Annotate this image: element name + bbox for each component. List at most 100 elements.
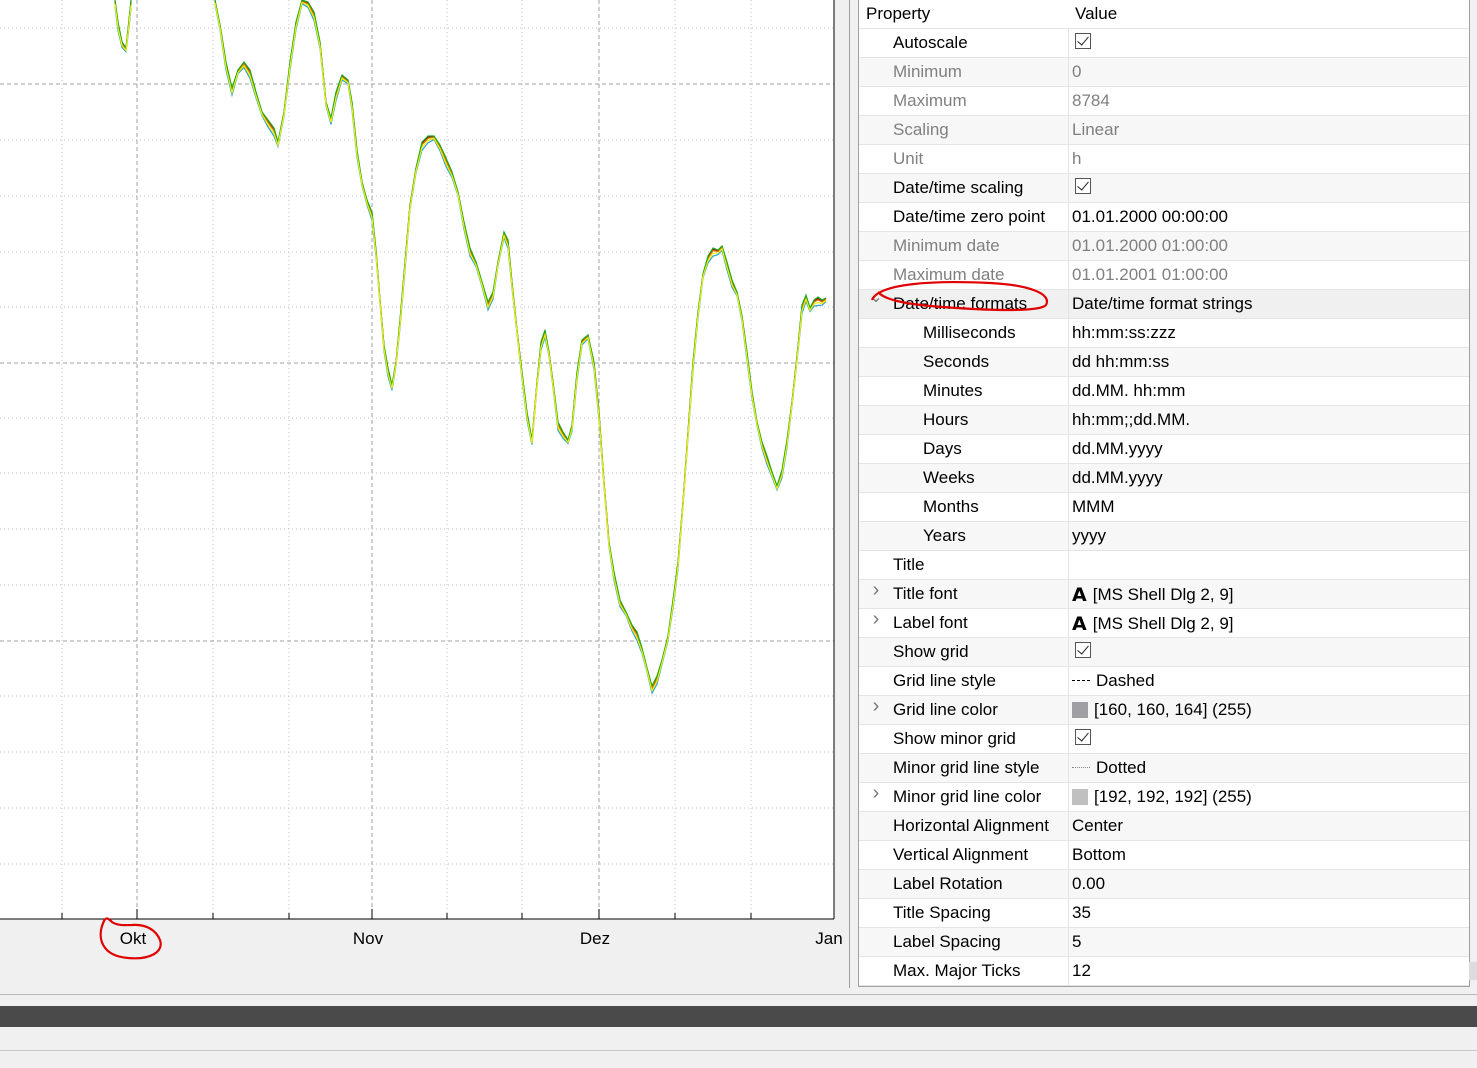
checkbox-checked[interactable] xyxy=(1075,642,1091,658)
property-value[interactable]: 5 xyxy=(1072,932,1081,952)
column-divider xyxy=(1068,957,1069,985)
property-name: Milliseconds xyxy=(923,323,1016,342)
chevron-right-icon[interactable]: › xyxy=(869,783,883,803)
chevron-right-icon[interactable]: › xyxy=(869,609,883,629)
property-row-milliseconds[interactable]: Milliseconds hh:mm:ss:zzz xyxy=(859,319,1469,348)
property-row-label-rotation[interactable]: Label Rotation 0.00 xyxy=(859,870,1469,899)
property-value[interactable]: Dashed xyxy=(1072,671,1155,691)
property-row-label-font[interactable]: › Label font A [MS Shell Dlg 2, 9] xyxy=(859,609,1469,638)
property-value[interactable]: Center xyxy=(1072,816,1123,836)
property-editor[interactable]: Property Value Autoscale Minimum 0 Maximum 8… xyxy=(858,0,1470,987)
panel-scrollbar[interactable] xyxy=(1469,962,1477,980)
property-row-weeks[interactable]: Weeks dd.MM.yyyy xyxy=(859,464,1469,493)
property-row-years[interactable]: Years yyyy xyxy=(859,522,1469,551)
property-row-date-time-zero-point[interactable]: Date/time zero point 01.01.2000 00:00:00 xyxy=(859,203,1469,232)
property-column-header[interactable]: Property xyxy=(866,4,930,24)
property-value[interactable]: yyyy xyxy=(1072,526,1106,546)
property-row-scaling[interactable]: Scaling Linear xyxy=(859,116,1469,145)
property-value[interactable]: Bottom xyxy=(1072,845,1126,865)
column-divider xyxy=(1068,203,1069,231)
chevron-down-icon[interactable]: ⌄ xyxy=(869,290,883,306)
property-row-hours[interactable]: Hours hh:mm;;dd.MM. xyxy=(859,406,1469,435)
property-row-title-spacing[interactable]: Title Spacing 35 xyxy=(859,899,1469,928)
property-value[interactable]: 0 xyxy=(1072,62,1081,82)
property-value[interactable]: hh:mm;;dd.MM. xyxy=(1072,410,1190,430)
property-value[interactable]: A [MS Shell Dlg 2, 9] xyxy=(1072,613,1234,635)
property-value[interactable]: 0.00 xyxy=(1072,874,1105,894)
property-row-minor-grid-line-style[interactable]: Minor grid line style Dotted xyxy=(859,754,1469,783)
property-row-minimum[interactable]: Minimum 0 xyxy=(859,58,1469,87)
property-row-autoscale[interactable]: Autoscale xyxy=(859,29,1469,58)
property-row-days[interactable]: Days dd.MM.yyyy xyxy=(859,435,1469,464)
property-row-date-time-scaling[interactable]: Date/time scaling xyxy=(859,174,1469,203)
property-value[interactable]: Date/time format strings xyxy=(1072,294,1252,314)
property-value[interactable]: 35 xyxy=(1072,903,1091,923)
property-name: Date/time zero point xyxy=(893,207,1046,226)
property-value[interactable]: dd.MM. hh:mm xyxy=(1072,381,1185,401)
property-value[interactable]: A [MS Shell Dlg 2, 9] xyxy=(1072,584,1234,606)
property-row-grid-line-color[interactable]: › Grid line color [160, 160, 164] (255) xyxy=(859,696,1469,725)
property-row-minor-grid-line-color[interactable]: › Minor grid line color [192, 192, 192] (2… xyxy=(859,783,1469,812)
property-value-text: hh:mm;;dd.MM. xyxy=(1072,410,1191,429)
column-divider xyxy=(1068,406,1069,434)
column-divider xyxy=(1068,638,1069,666)
property-value[interactable]: hh:mm:ss:zzz xyxy=(1072,323,1176,343)
column-divider xyxy=(1068,754,1069,782)
property-value[interactable] xyxy=(1072,729,1091,745)
property-value-text: Linear xyxy=(1072,120,1120,139)
property-value[interactable]: Linear xyxy=(1072,120,1119,140)
property-rows: Autoscale Minimum 0 Maximum 8784 Scaling Linea… xyxy=(859,29,1469,987)
checkbox-checked[interactable] xyxy=(1075,33,1091,49)
property-value[interactable]: dd.MM.yyyy xyxy=(1072,468,1163,488)
property-row-unit[interactable]: Unit h xyxy=(859,145,1469,174)
property-row-date-time-formats[interactable]: ⌄ Date/time formats Date/time format strin… xyxy=(859,290,1469,319)
property-value[interactable]: dd.MM.yyyy xyxy=(1072,439,1163,459)
property-row-title-font[interactable]: › Title font A [MS Shell Dlg 2, 9] xyxy=(859,580,1469,609)
property-value[interactable]: [160, 160, 164] (255) xyxy=(1072,700,1252,720)
property-value[interactable] xyxy=(1072,642,1091,658)
property-value[interactable]: 12 xyxy=(1072,961,1091,981)
property-value[interactable]: 8784 xyxy=(1072,91,1110,111)
property-row-max-major-ticks[interactable]: Max. Major Ticks 12 xyxy=(859,957,1469,986)
property-value[interactable]: MMM xyxy=(1072,497,1114,517)
property-value-text: hh:mm:ss:zzz xyxy=(1072,323,1176,342)
property-row-show-minor-grid[interactable]: Show minor grid xyxy=(859,725,1469,754)
property-row-minutes[interactable]: Minutes dd.MM. hh:mm xyxy=(859,377,1469,406)
property-value[interactable]: dd hh:mm:ss xyxy=(1072,352,1169,372)
property-row-minimum-date[interactable]: Minimum date 01.01.2000 01:00:00 xyxy=(859,232,1469,261)
property-row-seconds[interactable]: Seconds dd hh:mm:ss xyxy=(859,348,1469,377)
property-row-vertical-alignment[interactable]: Vertical Alignment Bottom xyxy=(859,841,1469,870)
property-value[interactable]: 01.01.2000 00:00:00 xyxy=(1072,207,1228,227)
property-row-maximum[interactable]: Maximum 8784 xyxy=(859,87,1469,116)
property-row-show-grid[interactable]: Show grid xyxy=(859,638,1469,667)
property-value-text: yyyy xyxy=(1072,526,1106,545)
property-row-grid-line-style[interactable]: Grid line style Dashed xyxy=(859,667,1469,696)
property-value[interactable]: 01.01.2000 01:00:00 xyxy=(1072,236,1228,256)
status-separator xyxy=(0,1050,1477,1051)
property-row-max-minor-ticks[interactable]: Max. Minor Ticks5 xyxy=(859,986,1469,987)
property-value-text: 0.00 xyxy=(1072,874,1106,893)
property-value[interactable] xyxy=(1072,178,1091,194)
property-value[interactable]: Dotted xyxy=(1072,758,1146,778)
value-column-header[interactable]: Value xyxy=(1075,4,1117,24)
property-value[interactable] xyxy=(1072,33,1091,49)
property-value-text: dd.MM. hh:mm xyxy=(1072,381,1186,400)
property-row-title[interactable]: Title xyxy=(859,551,1469,580)
property-row-label-spacing[interactable]: Label Spacing 5 xyxy=(859,928,1469,957)
property-value[interactable]: [192, 192, 192] (255) xyxy=(1072,787,1252,807)
property-row-months[interactable]: Months MMM xyxy=(859,493,1469,522)
column-divider xyxy=(1068,87,1069,115)
column-divider xyxy=(1068,493,1069,521)
column-divider xyxy=(1068,580,1069,608)
checkbox-checked[interactable] xyxy=(1075,178,1091,194)
property-row-maximum-date[interactable]: Maximum date 01.01.2001 01:00:00 xyxy=(859,261,1469,290)
property-name: Minutes xyxy=(923,381,983,400)
property-value-text: [MS Shell Dlg 2, 9] xyxy=(1092,614,1234,633)
property-value[interactable]: 01.01.2001 01:00:00 xyxy=(1072,265,1228,285)
chevron-right-icon[interactable]: › xyxy=(869,696,883,716)
chevron-right-icon[interactable]: › xyxy=(869,580,883,600)
property-row-horizontal-alignment[interactable]: Horizontal Alignment Center xyxy=(859,812,1469,841)
checkbox-checked[interactable] xyxy=(1075,729,1091,745)
property-name: Grid line color xyxy=(893,700,998,719)
property-value[interactable]: h xyxy=(1072,149,1081,169)
